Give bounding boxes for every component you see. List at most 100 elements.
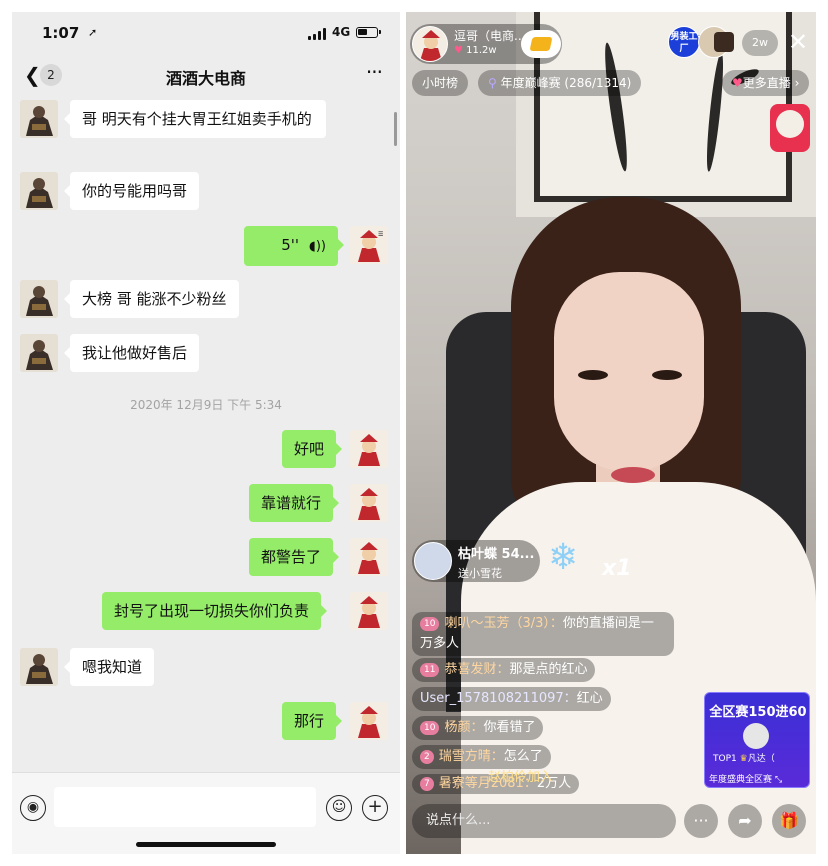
home-indicator xyxy=(136,842,276,847)
message-bubble[interactable]: 都警告了 xyxy=(249,538,340,576)
comment-user: 杨颜： xyxy=(444,720,484,735)
message-bubble[interactable]: 封号了出现一切损失你们负责 xyxy=(102,592,328,630)
message-bubble[interactable]: 我让他做好售后 xyxy=(63,334,200,372)
chat-comment[interactable]: 11 恭喜发财：那是点的红心 xyxy=(412,658,596,682)
user-level-badge: 10 xyxy=(420,617,440,631)
viewer-count[interactable]: 2w xyxy=(742,30,778,56)
streamer-lips xyxy=(611,467,655,483)
promo-top-label: TOP1 xyxy=(713,754,737,764)
self-avatar[interactable] xyxy=(350,538,388,576)
chat-comment[interactable]: 10 杨颜：你看错了 xyxy=(412,716,544,740)
promo-top-user: 凡达（ xyxy=(747,754,775,764)
gift-box-icon[interactable]: 🎁 xyxy=(772,804,806,838)
voice-input-icon[interactable]: ◉ xyxy=(20,795,46,821)
comment-user: 恭喜发财： xyxy=(444,662,510,677)
follow-button[interactable] xyxy=(521,30,561,58)
message-bubble[interactable]: 那行 xyxy=(282,702,343,740)
viewer-avatars[interactable]: 男装工厂 2w xyxy=(668,26,784,62)
contact-avatar[interactable] xyxy=(20,648,58,686)
heart-icon: ♥ xyxy=(454,45,463,56)
contact-avatar[interactable] xyxy=(20,280,58,318)
message-list[interactable]: 哥 明天有个挂大胃王红姐卖手机的 你的号能用吗哥 ☰ 5'' ◖)) 大榜 哥 … xyxy=(12,96,400,772)
comment-user: 瑞雪方晴： xyxy=(438,749,504,764)
streamer-eye xyxy=(578,370,608,380)
brand-badge[interactable]: 男装工厂 xyxy=(668,26,700,58)
annual-contest-chip[interactable]: ⚲ 年度巅峰赛 (286/1314) xyxy=(478,70,642,96)
heart-icon: ♥ xyxy=(732,76,743,90)
user-level-badge: 11 xyxy=(420,663,440,677)
more-live-label: 更多直播 xyxy=(742,76,791,90)
live-stream-screen: 逗哥（电商... ♥ 11.2w 男装工厂 2w ✕ 小时榜 ⚲ 年度巅峰赛 (… xyxy=(406,12,816,854)
gift-description: 送小雪花 xyxy=(458,567,502,580)
chevron-right-icon: › xyxy=(790,76,800,90)
user-level-badge: 7 xyxy=(420,777,434,791)
comment-input[interactable]: 说点什么... xyxy=(412,804,676,838)
host-likes-count: 11.2w xyxy=(466,45,497,56)
streamer-face xyxy=(554,272,704,472)
gift-sender-name: 枯叶蝶 54... xyxy=(458,547,535,562)
message-bubble[interactable]: 好吧 xyxy=(282,430,343,468)
expand-icon: ⤡ xyxy=(774,775,783,785)
contact-avatar[interactable] xyxy=(20,172,58,210)
user-level-badge: 10 xyxy=(420,721,440,735)
voice-duration: 5'' xyxy=(281,236,299,254)
self-avatar[interactable] xyxy=(350,702,388,740)
svg-text:☰: ☰ xyxy=(378,231,383,238)
self-avatar[interactable] xyxy=(350,484,388,522)
contact-avatar[interactable] xyxy=(20,334,58,372)
more-options-button[interactable]: ··· xyxy=(366,60,383,84)
network-type: 4G xyxy=(332,25,351,39)
gift-sender-avatar[interactable] xyxy=(414,542,452,580)
message-bubble[interactable]: 嗯我知道 xyxy=(63,648,155,686)
emoji-icon[interactable]: ☺ xyxy=(326,795,352,821)
back-chevron-icon[interactable]: ❮ xyxy=(24,64,41,86)
user-level-badge: 2 xyxy=(420,750,434,764)
voice-wave-icon: ◖)) xyxy=(309,239,326,254)
message-bubble[interactable]: 你的号能用吗哥 xyxy=(63,172,200,210)
host-name: 逗哥（电商... xyxy=(454,29,526,43)
red-envelope-button[interactable] xyxy=(770,104,810,152)
comment-text: 那是点的红心 xyxy=(509,662,588,677)
trophy-icon: ⚲ xyxy=(488,76,501,90)
promo-footer-label: 年度盛典全区赛 xyxy=(709,775,773,785)
status-time: 1:07 xyxy=(42,24,80,42)
close-icon[interactable]: ✕ xyxy=(788,30,808,54)
self-avatar[interactable] xyxy=(350,430,388,468)
more-live-chip[interactable]: ♥更多直播 › xyxy=(722,70,810,96)
plus-icon[interactable]: + xyxy=(362,795,388,821)
self-avatar[interactable]: ☰ xyxy=(350,226,388,264)
share-arrow-icon[interactable]: ➦ xyxy=(728,804,762,838)
more-dots-button[interactable]: ··· xyxy=(684,804,718,838)
screenshot-frame: 1:07 ➚ 4G ❮ 2 酒酒大电商 ··· 哥 明天有个挂大胃王红姐卖手机的 xyxy=(0,0,828,866)
streamer-eye xyxy=(652,370,682,380)
host-likes: ♥ 11.2w xyxy=(454,45,497,56)
hourly-rank-chip[interactable]: 小时榜 xyxy=(412,70,469,96)
red-envelope-avatar xyxy=(776,110,804,138)
viewer-avatar[interactable] xyxy=(714,32,734,52)
promo-title: 全区赛150进60 xyxy=(709,705,807,720)
chat-comment[interactable]: User_1578108211097：红心 xyxy=(412,687,611,711)
comment-user: User_1578108211097： xyxy=(420,691,577,706)
voice-message-bubble[interactable]: 5'' ◖)) xyxy=(244,226,344,266)
crown-icon: ♛ xyxy=(739,754,748,764)
message-bubble[interactable]: 哥 明天有个挂大胃王红姐卖手机的 xyxy=(64,100,326,138)
self-avatar[interactable] xyxy=(350,592,388,630)
chat-comment[interactable]: 10 喇叭～玉芳（3/3）：你的直播间是一万多人 xyxy=(412,612,674,656)
signal-icon xyxy=(308,28,328,40)
comment-text: 红心 xyxy=(576,691,603,706)
snowflake-gift-icon: ❄ xyxy=(548,537,579,578)
host-avatar[interactable] xyxy=(412,26,448,62)
promo-footer: 年度盛典全区赛 ⤡ xyxy=(709,772,782,785)
contact-avatar[interactable] xyxy=(20,100,58,138)
promo-top-rank: TOP1 ♛凡达（ xyxy=(713,751,775,764)
chat-title: 酒酒大电商 xyxy=(165,69,246,88)
message-bubble[interactable]: 靠谱就行 xyxy=(249,484,340,522)
contest-promo-card[interactable]: 全区赛150进60 TOP1 ♛凡达（ 年度盛典全区赛 ⤡ xyxy=(704,692,810,788)
promo-avatar xyxy=(743,723,769,749)
scrollbar[interactable] xyxy=(394,112,397,146)
comment-text: 你看错了 xyxy=(483,720,536,735)
comment-text: 怎么了 xyxy=(503,749,543,764)
message-input[interactable] xyxy=(54,787,316,827)
unread-count-badge[interactable]: 2 xyxy=(40,64,62,86)
message-bubble[interactable]: 大榜 哥 能涨不少粉丝 xyxy=(64,280,239,318)
